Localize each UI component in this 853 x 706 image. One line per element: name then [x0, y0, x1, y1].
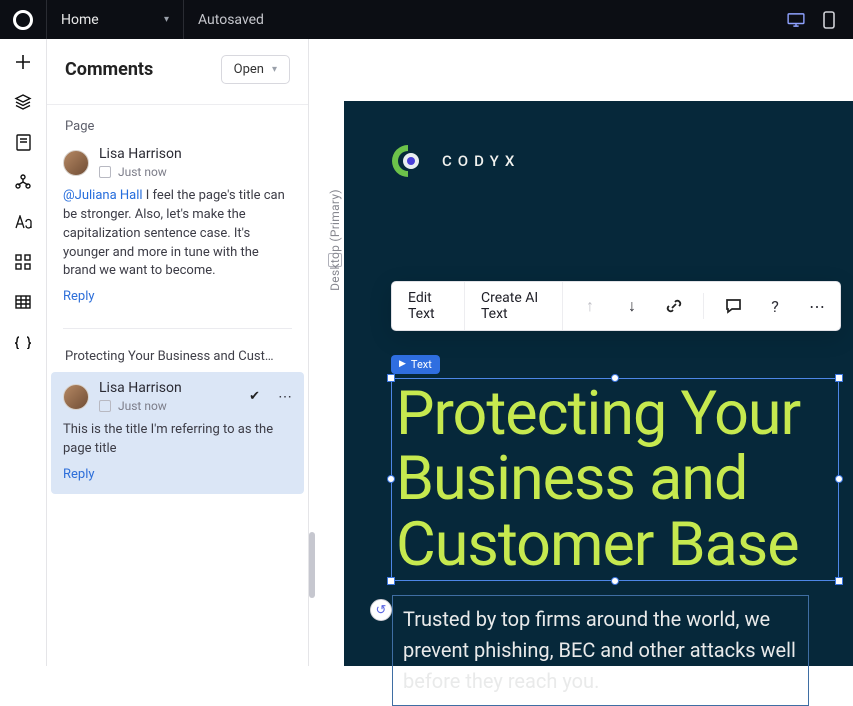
revert-icon[interactable]: ↺	[370, 599, 392, 621]
more-options-icon[interactable]: ⋯	[278, 389, 292, 405]
floating-element-toolbar: Edit Text Create AI Text ↑ ↓ ? ⋯	[391, 281, 841, 331]
resolve-check-icon[interactable]: ✔	[249, 389, 260, 404]
comment-icon[interactable]	[718, 291, 748, 321]
help-icon[interactable]: ?	[760, 291, 790, 321]
brand-name: CODYX	[442, 152, 520, 170]
edit-text-button[interactable]: Edit Text	[392, 282, 465, 330]
hero-subtitle-text: Trusted by top firms around the world, w…	[403, 604, 798, 697]
resize-handle[interactable]	[387, 577, 395, 585]
resize-handle[interactable]	[835, 577, 843, 585]
resize-handle[interactable]	[835, 374, 843, 382]
code-icon[interactable]	[14, 333, 32, 351]
page-icon[interactable]	[14, 133, 32, 151]
mobile-viewport-icon[interactable]	[823, 11, 835, 29]
add-icon[interactable]	[14, 53, 32, 71]
app-logo[interactable]	[0, 0, 47, 39]
scrollbar-thumb[interactable]	[309, 532, 315, 598]
element-type-tag[interactable]: ▶ Text	[391, 355, 440, 374]
create-ai-text-button[interactable]: Create AI Text	[465, 282, 563, 330]
layers-icon[interactable]	[14, 93, 32, 111]
move-down-icon[interactable]: ↓	[617, 291, 647, 321]
comment-body: This is the title I'm referring to as th…	[63, 421, 292, 459]
comments-filter-label: Open	[234, 62, 264, 77]
hero-subtitle-box[interactable]: Trusted by top firms around the world, w…	[392, 595, 809, 706]
resize-handle[interactable]	[387, 475, 395, 483]
comments-filter-dropdown[interactable]: Open ▾	[221, 55, 290, 84]
desktop-viewport-icon[interactable]	[787, 13, 805, 27]
viewport-toggle-group	[787, 11, 853, 29]
divider	[63, 328, 292, 329]
tool-rail	[0, 39, 47, 666]
table-icon[interactable]	[14, 293, 32, 311]
comment-time: Just now	[118, 399, 167, 413]
element-link-icon	[99, 166, 111, 178]
resize-handle[interactable]	[611, 374, 619, 382]
comment-body: @Juliana Hall I feel the page's title ca…	[63, 187, 292, 281]
typography-icon[interactable]	[14, 213, 32, 231]
site-structure-icon[interactable]	[14, 173, 32, 191]
avatar	[63, 384, 89, 410]
top-bar: Home ▾ Autosaved	[0, 0, 853, 39]
comments-title: Comments	[65, 59, 153, 80]
mention[interactable]: @Juliana Hall	[63, 188, 143, 203]
avatar	[63, 150, 89, 176]
apps-grid-icon[interactable]	[14, 253, 32, 271]
page-selector[interactable]: Home ▾	[47, 0, 184, 39]
element-link-icon	[99, 400, 111, 412]
artboard[interactable]: CODYX Edit Text Create AI Text ↑ ↓ ? ⋯	[344, 101, 853, 666]
comments-section-label: Page	[47, 105, 308, 142]
reply-link[interactable]: Reply	[63, 467, 95, 482]
comment-item[interactable]: Lisa Harrison Just now @Juliana Hall I f…	[47, 142, 308, 316]
comment-time: Just now	[118, 165, 167, 179]
reply-link[interactable]: Reply	[63, 289, 95, 304]
chevron-down-icon: ▾	[272, 64, 277, 75]
comment-author: Lisa Harrison	[99, 380, 239, 396]
logo-ring-icon	[13, 10, 33, 30]
chevron-down-icon: ▾	[164, 14, 169, 25]
canvas-area: Desktop (Primary) CODYX Edit Text Create…	[309, 39, 853, 666]
save-status: Autosaved	[184, 12, 278, 28]
comment-author: Lisa Harrison	[99, 146, 292, 162]
selection-box: Protecting Your Business and Customer Ba…	[391, 378, 839, 582]
move-up-icon[interactable]: ↑	[575, 291, 605, 321]
brand-lockup: CODYX	[390, 143, 807, 179]
comment-item[interactable]: Lisa Harrison Just now ✔ ⋯ This is the t…	[51, 372, 304, 494]
comments-panel: Comments Open ▾ Page Lisa Harrison Just …	[47, 39, 309, 666]
selected-element[interactable]: ▶ Text Protecting Your Business and Cust…	[391, 351, 839, 581]
brand-logo-icon	[390, 143, 426, 179]
comment-thread-target[interactable]: Protecting Your Business and Cust…	[47, 341, 308, 372]
link-icon[interactable]	[659, 291, 689, 321]
resize-handle[interactable]	[387, 374, 395, 382]
hero-title-text[interactable]: Protecting Your Business and Customer Ba…	[396, 381, 834, 579]
more-options-icon[interactable]: ⋯	[802, 291, 832, 321]
page-selector-label: Home	[61, 12, 99, 28]
breakpoint-indicator[interactable]: Desktop (Primary)	[328, 137, 342, 267]
